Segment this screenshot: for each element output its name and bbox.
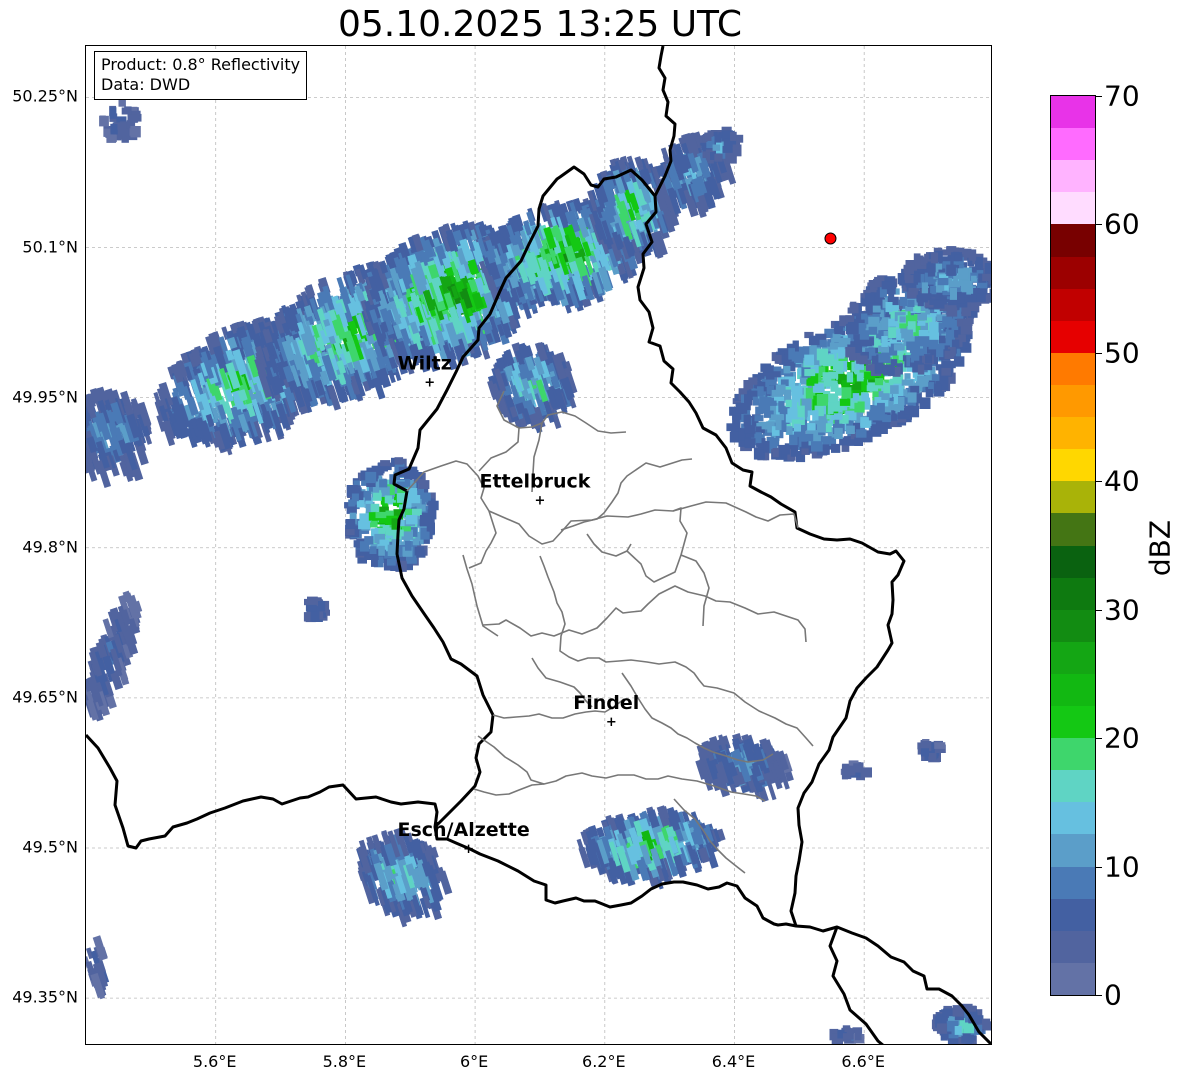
radar-site-marker [824, 232, 837, 245]
colorbar-segment [1051, 641, 1095, 674]
latitude-tick-label: 49.5°N [22, 837, 78, 857]
canton-border [586, 533, 632, 557]
colorbar-segment [1051, 96, 1095, 129]
longitude-tick-label: 6.4°E [711, 1052, 756, 1071]
colorbar-segment [1051, 416, 1095, 450]
colorbar-tick-label: 20 [1104, 721, 1140, 755]
colorbar-segment [1051, 352, 1095, 385]
colorbar-tick-mark [1096, 738, 1102, 740]
colorbar-tick-mark [1096, 96, 1102, 97]
colorbar-segment [1051, 223, 1095, 257]
colorbar-segment [1051, 384, 1095, 418]
colorbar-tick-label: 30 [1104, 593, 1140, 627]
canton-border [672, 501, 799, 529]
colorbar-tick-label: 50 [1104, 336, 1140, 370]
colorbar-segment [1051, 320, 1095, 353]
latitude-tick-label: 50.1°N [22, 237, 78, 256]
colorbar-segment [1051, 544, 1095, 578]
latitude-tick-label: 49.35°N [12, 987, 78, 1007]
product-label: Product: 0.8° Reflectivity [101, 55, 301, 74]
canton-border [468, 510, 497, 569]
colorbar-tick-mark [1096, 866, 1102, 868]
colorbar-tick-label: 40 [1104, 464, 1140, 498]
colorbar-segment [1051, 801, 1095, 835]
city-marker: + [424, 376, 435, 391]
colorbar-segment [1051, 191, 1095, 225]
colorbar [1050, 95, 1096, 996]
colorbar-label: dBZ [1143, 519, 1177, 577]
city-label: Findel [573, 692, 639, 714]
colorbar-tick-label: 0 [1104, 978, 1122, 1012]
colorbar-tick-mark [1096, 481, 1102, 483]
city-label: Ettelbruck [479, 471, 590, 493]
colorbar-segment [1051, 737, 1095, 771]
colorbar-segment [1051, 255, 1095, 289]
product-info-box: Product: 0.8° Reflectivity Data: DWD [94, 51, 308, 100]
colorbar-tick-mark [1096, 609, 1102, 611]
city-marker: + [534, 494, 545, 509]
longitude-tick-label: 6°E [459, 1052, 489, 1071]
colorbar-tick-label: 10 [1104, 850, 1140, 884]
colorbar-segment [1051, 898, 1095, 931]
colorbar-segment [1051, 127, 1095, 161]
latitude-tick-label: 49.65°N [12, 687, 78, 707]
colorbar-segment [1051, 705, 1095, 739]
radar-site-marker [824, 232, 837, 245]
latitude-tick-label: 49.8°N [22, 537, 78, 557]
borders [86, 46, 991, 1044]
colorbar-segment [1051, 577, 1095, 610]
latitude-tick-label: 49.95°N [12, 387, 78, 407]
colorbar-tick-label: 70 [1104, 79, 1140, 113]
colorbar-tick-label: 60 [1104, 207, 1140, 241]
canton-border [539, 555, 814, 747]
latitude-tick-label: 50.25°N [12, 86, 78, 106]
colorbar-segment [1051, 865, 1095, 899]
colorbar-segment [1051, 288, 1095, 321]
longitude-tick-label: 6.6°E [841, 1052, 885, 1071]
longitude-tick-label: 6.2°E [582, 1052, 626, 1071]
colorbar-segment [1051, 159, 1095, 193]
colorbar-tick-mark [1096, 224, 1102, 226]
canton-border [482, 585, 807, 643]
city-marker: + [606, 715, 617, 730]
radar-map: + Wiltz + Ettelbruck + Findel + Esch/Alzette [85, 45, 992, 1045]
colorbar-segment [1051, 448, 1095, 482]
canton-border [560, 458, 693, 531]
canton-border [473, 783, 545, 796]
longitude-tick-label: 5.8°E [322, 1052, 367, 1071]
city-marker: + [463, 842, 474, 857]
city-label: Esch/Alzette [397, 819, 529, 841]
colorbar-tick-mark [1096, 995, 1102, 996]
colorbar-segment [1051, 930, 1095, 963]
colorbar-tick-mark [1096, 352, 1102, 354]
graticule [86, 46, 991, 1044]
canton-borders [406, 390, 814, 874]
colorbar-segment [1051, 833, 1095, 867]
colorbar-segment [1051, 609, 1095, 642]
radar-echoes [86, 98, 991, 1044]
map-title: 05.10.2025 13:25 UTC [337, 4, 743, 45]
colorbar-segment [1051, 962, 1095, 995]
data-source-label: Data: DWD [101, 75, 191, 94]
colorbar-segment [1051, 512, 1095, 546]
colorbar-segment [1051, 480, 1095, 514]
colorbar-segment [1051, 769, 1095, 803]
longitude-tick-label: 5.6°E [192, 1052, 237, 1071]
colorbar-segment [1051, 673, 1095, 707]
city-label: Wiltz [398, 353, 452, 375]
